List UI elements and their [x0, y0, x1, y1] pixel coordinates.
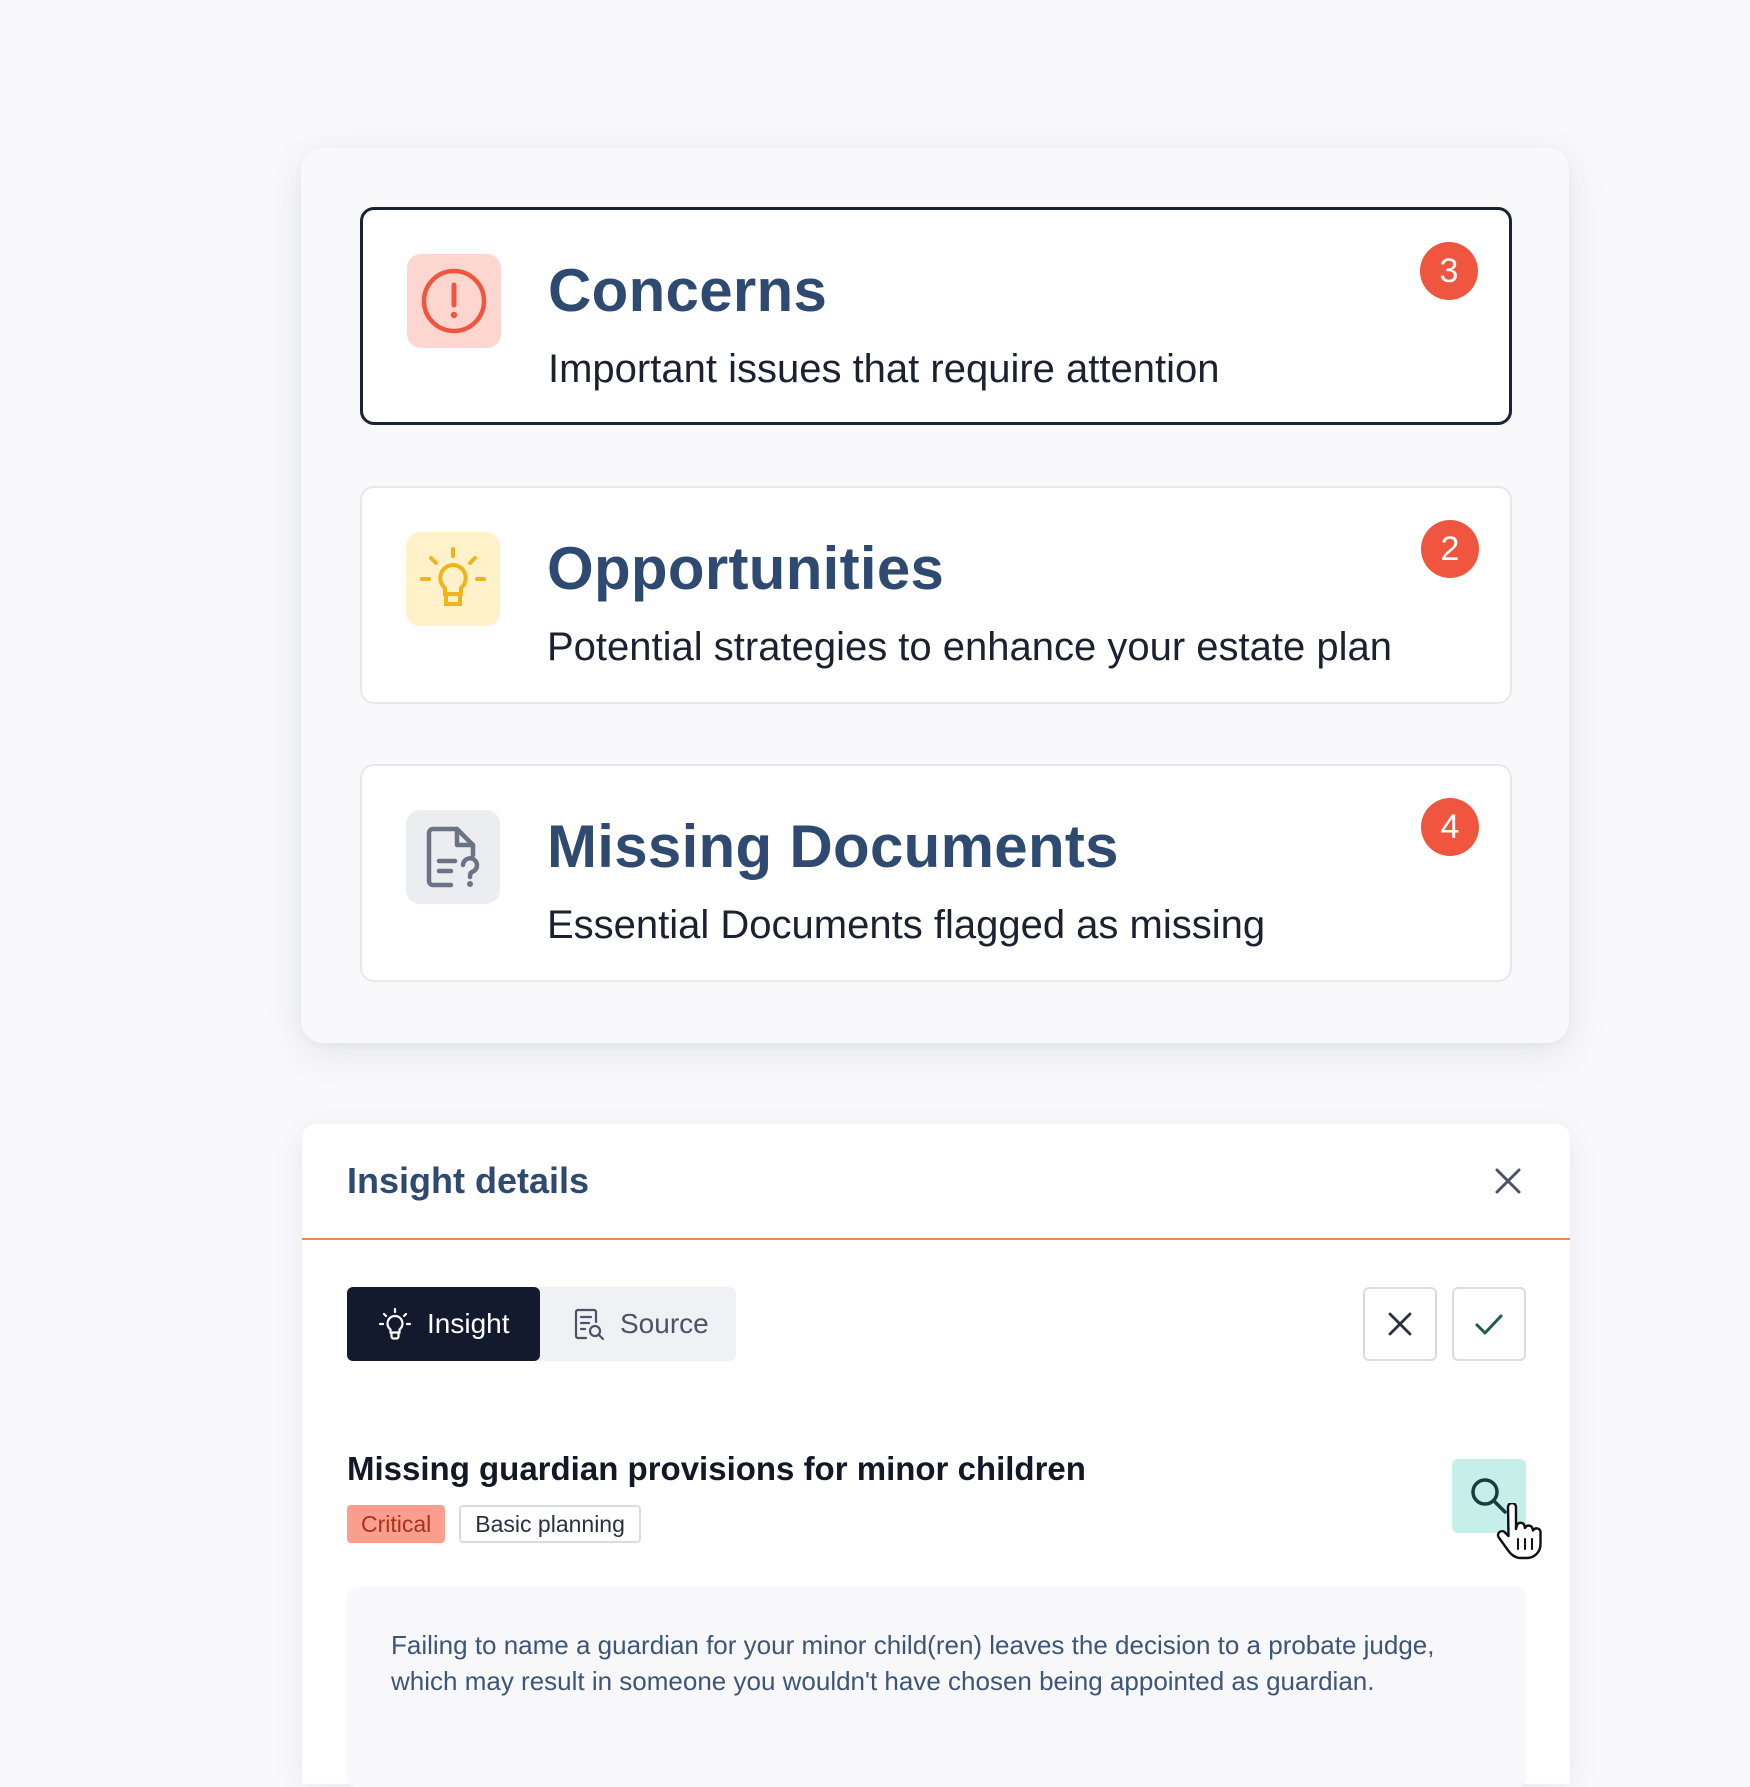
reject-button[interactable] — [1363, 1287, 1437, 1361]
tab-source[interactable]: Source — [540, 1287, 736, 1361]
insight-details-panel: Insight details Insight Source Missing g… — [302, 1124, 1570, 1787]
x-icon — [1388, 1312, 1412, 1336]
severity-tag: Critical — [347, 1505, 446, 1543]
count-badge: 2 — [1421, 520, 1479, 578]
category-description: Important issues that require attention — [548, 347, 1220, 391]
details-header: Insight details — [302, 1124, 1570, 1240]
category-card-concerns[interactable]: Concerns Important issues that require a… — [360, 207, 1512, 425]
category-card-opportunities[interactable]: Opportunities Potential strategies to en… — [360, 486, 1512, 704]
insight-summary-panel: Concerns Important issues that require a… — [301, 148, 1569, 1043]
category-title: Concerns — [548, 257, 828, 324]
check-icon — [1475, 1314, 1503, 1335]
category-tag: Basic planning — [459, 1505, 641, 1543]
details-title: Insight details — [347, 1160, 590, 1201]
count-badge: 4 — [1421, 798, 1479, 856]
insight-tags: Critical Basic planning — [347, 1505, 641, 1543]
insight-title: Missing guardian provisions for minor ch… — [347, 1450, 1086, 1487]
close-button[interactable] — [1490, 1163, 1526, 1199]
tab-insight[interactable]: Insight — [347, 1287, 540, 1361]
alert-circle-icon — [407, 254, 501, 348]
lightbulb-icon — [406, 532, 500, 626]
document-question-icon — [406, 810, 500, 904]
category-title: Opportunities — [547, 535, 945, 602]
explanation-text: Failing to name a guardian for your mino… — [391, 1630, 1435, 1696]
category-description: Essential Documents flagged as missing — [547, 903, 1266, 947]
category-description: Potential strategies to enhance your est… — [547, 625, 1392, 669]
tab-label: Insight — [427, 1308, 510, 1339]
lightbulb-icon — [378, 1307, 412, 1340]
insight-explanation: Failing to name a guardian for your mino… — [347, 1587, 1526, 1787]
close-icon — [1495, 1168, 1521, 1194]
document-search-icon — [574, 1308, 605, 1341]
tab-label: Source — [620, 1308, 709, 1339]
category-title: Missing Documents — [547, 813, 1119, 880]
category-card-missing-documents[interactable]: Missing Documents Essential Documents fl… — [360, 764, 1512, 982]
count-badge: 3 — [1420, 242, 1478, 300]
hand-cursor-icon — [1496, 1503, 1542, 1560]
accept-button[interactable] — [1452, 1287, 1526, 1361]
view-tabs: Insight Source — [347, 1287, 736, 1361]
